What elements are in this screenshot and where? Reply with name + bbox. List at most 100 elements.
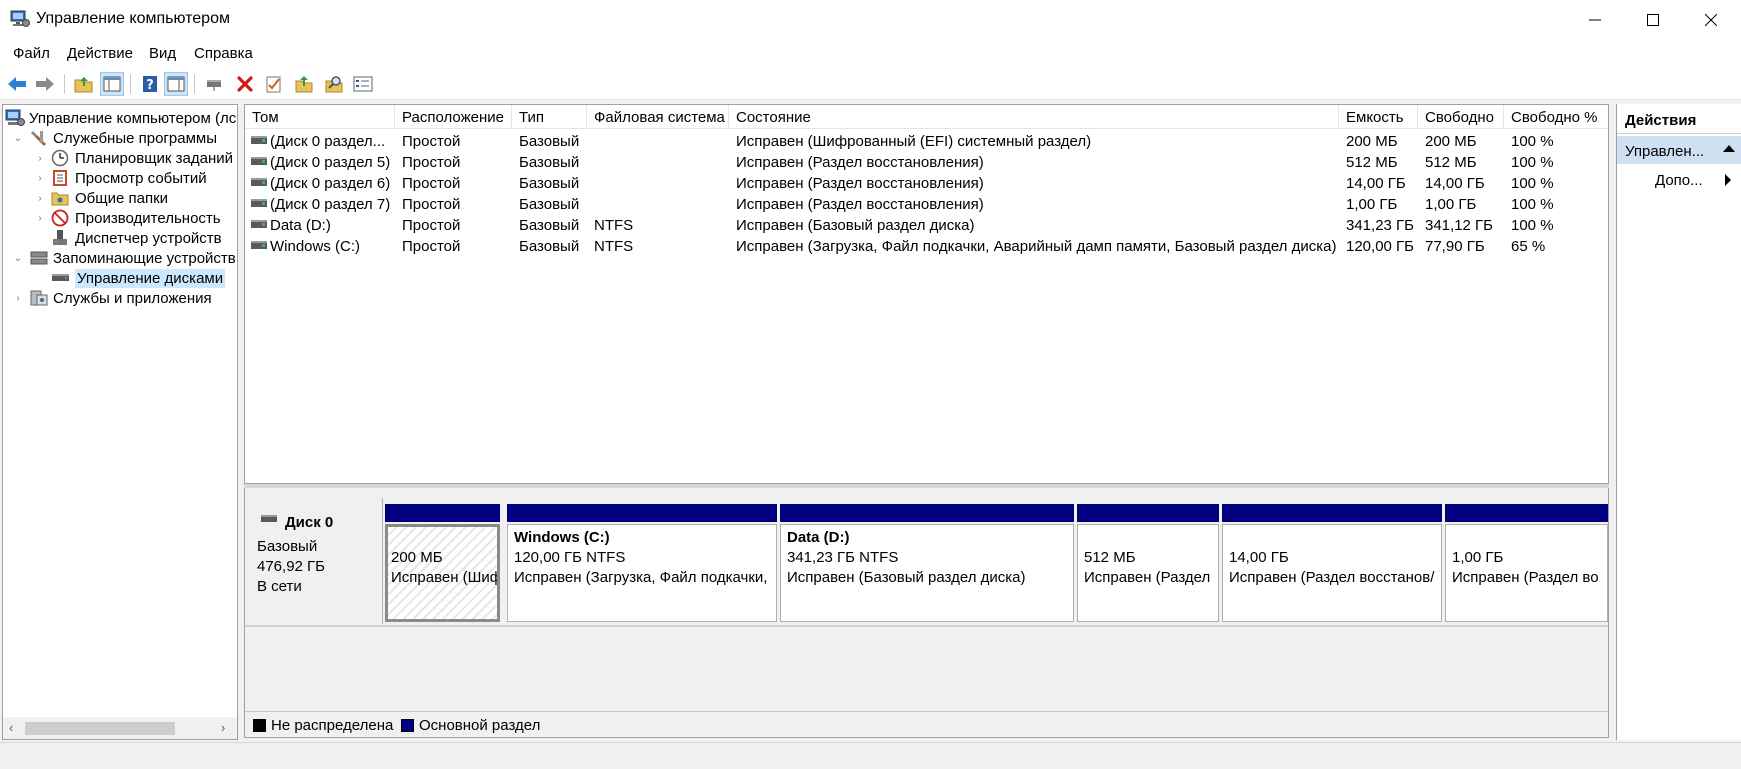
cell-free-pct: 100 % — [1511, 133, 1554, 150]
partition-bar — [1222, 504, 1442, 522]
chevron-down-icon[interactable]: ⌄ — [11, 133, 25, 144]
tree-storage[interactable]: ⌄ Запоминающие устройств — [11, 247, 236, 269]
back-arrow-icon[interactable] — [5, 72, 29, 96]
cell-free-pct: 100 % — [1511, 196, 1554, 213]
partition-body: 14,00 ГБ Исправен (Раздел восстанов/ — [1222, 524, 1442, 622]
table-row[interactable]: (Диск 0 раздел 6) Простой Базовый Исправ… — [245, 173, 1608, 194]
table-row[interactable]: (Диск 0 раздел 7) Простой Базовый Исправ… — [245, 194, 1608, 215]
actions-pane: Действия Управлен... Допо... — [1616, 104, 1741, 740]
disk-name: Диск 0 — [285, 514, 334, 531]
svg-text:?: ? — [146, 78, 154, 93]
show-hide-action-pane-icon[interactable] — [164, 72, 188, 96]
scrollbar-thumb[interactable] — [25, 722, 175, 735]
menu-action[interactable]: Действие — [67, 45, 133, 62]
tree-task-scheduler[interactable]: › Планировщик заданий — [33, 147, 233, 169]
collapse-up-icon[interactable] — [1723, 145, 1735, 152]
delete-icon[interactable] — [233, 72, 257, 96]
partition-windows[interactable]: Windows (C:) 120,00 ГБ NTFS Исправен (За… — [507, 504, 777, 622]
cell-free: 341,12 ГБ — [1425, 217, 1494, 234]
table-row[interactable]: (Диск 0 раздел 5) Простой Базовый Исправ… — [245, 152, 1608, 173]
partition-recovery-7[interactable]: 1,00 ГБ Исправен (Раздел во — [1445, 504, 1608, 622]
export-icon[interactable] — [292, 72, 316, 96]
tree-horizontal-scrollbar[interactable]: ‹ › — [3, 717, 237, 739]
col-header-status[interactable]: Состояние — [729, 105, 1339, 129]
menu-view[interactable]: Вид — [149, 45, 176, 62]
scroll-left-icon[interactable]: ‹ — [9, 720, 13, 735]
list-view-icon[interactable] — [351, 72, 375, 96]
menu-help[interactable]: Справка — [194, 45, 253, 62]
forward-arrow-icon[interactable] — [33, 72, 57, 96]
partition-recovery-5[interactable]: 512 МБ Исправен (Раздел — [1077, 504, 1219, 622]
disk-info-panel[interactable]: Диск 0 Базовый 476,92 ГБ В сети — [247, 498, 383, 624]
table-row[interactable]: (Диск 0 раздел... Простой Базовый Исправ… — [245, 131, 1608, 152]
tree-disk-management[interactable]: Управление дисками — [47, 267, 226, 289]
show-hide-tree-icon[interactable] — [100, 72, 124, 96]
actions-section-label: Управлен... — [1625, 143, 1705, 160]
tree-performance[interactable]: › Производительность — [33, 207, 221, 229]
legend-primary-label: Основной раздел — [419, 717, 541, 734]
col-header-layout[interactable]: Расположение — [395, 105, 512, 129]
cell-volume: Data (D:) — [270, 217, 331, 234]
menu-file[interactable]: Файл — [13, 45, 50, 62]
partition-recovery-6[interactable]: 14,00 ГБ Исправен (Раздел восстанов/ — [1222, 504, 1442, 622]
chevron-right-icon[interactable]: › — [33, 193, 47, 204]
actions-section-disk-management[interactable]: Управлен... — [1617, 136, 1741, 164]
cell-volume: Windows (C:) — [270, 238, 361, 255]
chevron-right-icon[interactable]: › — [33, 173, 47, 184]
up-folder-icon[interactable] — [72, 72, 96, 96]
col-header-capacity[interactable]: Емкость — [1339, 105, 1418, 129]
search-folder-icon[interactable] — [322, 72, 346, 96]
partition-status: Исправен (Шиф — [391, 569, 500, 586]
window-title: Управление компьютером — [36, 10, 230, 27]
console-tree: Управление компьютером (лс ⌄ Служебные п… — [2, 104, 238, 740]
tree-storage-label: Запоминающие устройств — [53, 249, 236, 267]
col-header-free-pct[interactable]: Свободно % — [1504, 105, 1608, 129]
tree-device-manager[interactable]: Диспетчер устройств — [47, 227, 222, 249]
properties-icon[interactable] — [262, 72, 286, 96]
col-header-volume[interactable]: Том — [245, 105, 395, 129]
actions-more[interactable]: Допо... — [1655, 172, 1703, 189]
cell-free-pct: 100 % — [1511, 175, 1554, 192]
computer-management-icon — [10, 10, 30, 28]
col-header-free[interactable]: Свободно — [1418, 105, 1504, 129]
title-bar: Управление компьютером — [0, 0, 1741, 40]
status-bar — [0, 742, 1741, 769]
partition-efi[interactable]: 200 МБ Исправен (Шиф — [385, 504, 500, 622]
tree-services-apps[interactable]: › Службы и приложения — [11, 287, 212, 309]
chevron-right-icon[interactable]: › — [33, 153, 47, 164]
tree-performance-label: Производительность — [75, 209, 221, 227]
chevron-right-icon[interactable]: › — [33, 213, 47, 224]
tree-root[interactable]: Управление компьютером (лс — [5, 107, 236, 129]
chevron-down-icon[interactable]: ⌄ — [11, 253, 25, 264]
cell-status: Исправен (Раздел восстановления) — [736, 196, 984, 213]
tree-system-tools[interactable]: ⌄ Служебные программы — [11, 127, 217, 149]
partition-data[interactable]: Data (D:) 341,23 ГБ NTFS Исправен (Базов… — [780, 504, 1074, 622]
maximize-button[interactable] — [1624, 0, 1682, 40]
connect-drive-icon[interactable] — [203, 72, 227, 96]
partition-size: 1,00 ГБ — [1452, 549, 1504, 566]
help-icon[interactable]: ? — [138, 72, 162, 96]
legend: Не распределена Основной раздел — [245, 711, 1608, 737]
scroll-right-icon[interactable]: › — [221, 720, 225, 735]
cell-layout: Простой — [402, 196, 461, 213]
col-header-fs[interactable]: Файловая система — [587, 105, 729, 129]
minimize-button[interactable] — [1566, 0, 1624, 40]
partition-body: Windows (C:) 120,00 ГБ NTFS Исправен (За… — [507, 524, 777, 622]
cell-status: Исправен (Базовый раздел диска) — [736, 217, 975, 234]
partition-status: Исправен (Раздел во — [1452, 569, 1599, 586]
cell-capacity: 14,00 ГБ — [1346, 175, 1406, 192]
tree-event-viewer[interactable]: › Просмотр событий — [33, 167, 206, 189]
close-button[interactable] — [1682, 0, 1740, 40]
cell-free-pct: 100 % — [1511, 154, 1554, 171]
partition-status: Исправен (Базовый раздел диска) — [787, 569, 1026, 586]
table-row[interactable]: Data (D:) Простой Базовый NTFS Исправен … — [245, 215, 1608, 236]
tree-shared-folders[interactable]: › Общие папки — [33, 187, 168, 209]
tree-services-apps-label: Службы и приложения — [53, 289, 212, 307]
submenu-arrow-icon[interactable] — [1725, 174, 1731, 186]
col-header-type[interactable]: Тип — [512, 105, 587, 129]
cell-status: Исправен (Загрузка, Файл подкачки, Авари… — [736, 238, 1337, 255]
table-row[interactable]: Windows (C:) Простой Базовый NTFS Исправ… — [245, 236, 1608, 257]
cell-free: 14,00 ГБ — [1425, 175, 1485, 192]
chevron-right-icon[interactable]: › — [11, 293, 25, 304]
cell-fs: NTFS — [594, 238, 634, 255]
